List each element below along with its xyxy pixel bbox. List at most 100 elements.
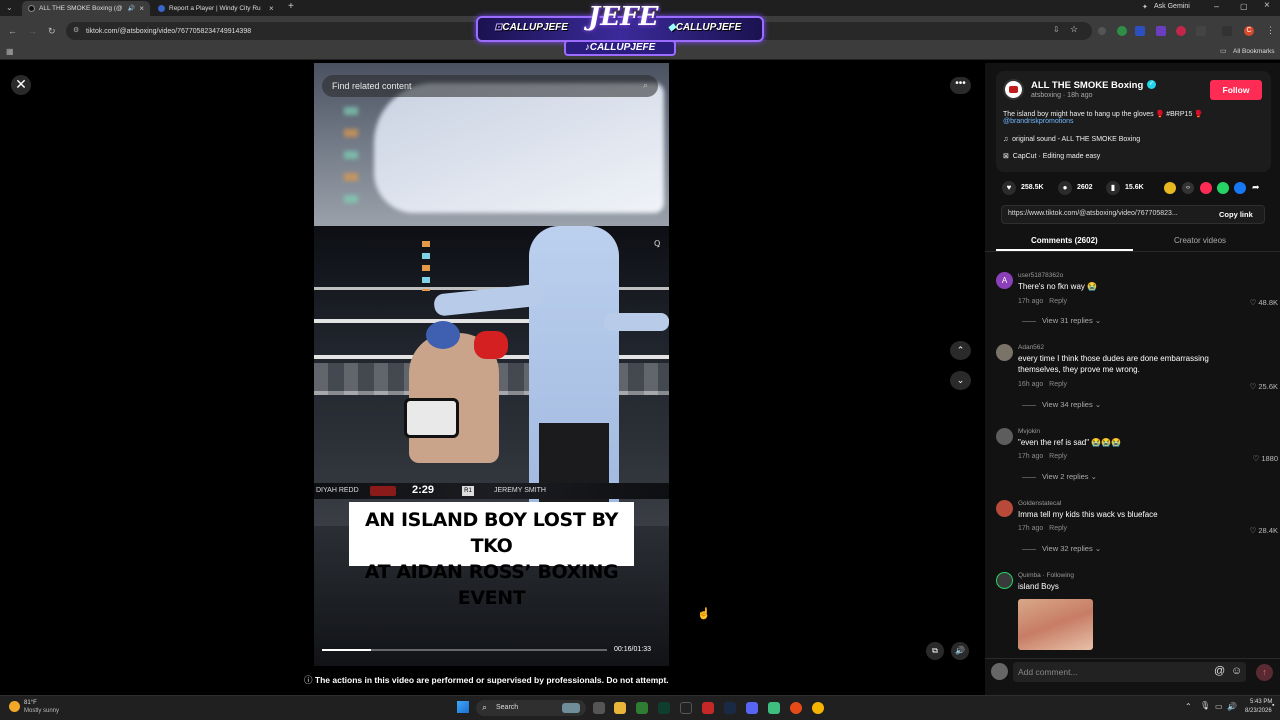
chrome-icon[interactable] xyxy=(812,702,824,714)
comment-username[interactable]: Mvjokin xyxy=(1018,428,1040,435)
app-icon[interactable] xyxy=(768,702,780,714)
chrome-icon[interactable] xyxy=(790,702,802,714)
volume-icon[interactable]: 🔊 xyxy=(1227,702,1237,711)
reload-icon[interactable]: ↻ xyxy=(48,26,56,37)
close-tab-icon[interactable]: × xyxy=(269,4,274,13)
mention-link[interactable]: @brandriskpromotions xyxy=(1003,118,1074,125)
audio-icon[interactable]: 🔊 xyxy=(128,5,135,12)
maximize-icon[interactable]: ▢ xyxy=(1240,2,1248,11)
mention-icon[interactable]: @ xyxy=(1214,665,1225,677)
app-icon[interactable] xyxy=(702,702,714,714)
embed-icon[interactable]: ‹› xyxy=(1182,182,1194,194)
previous-video-button[interactable]: ⌃ xyxy=(950,341,971,360)
reply-button[interactable]: Reply xyxy=(1049,525,1067,532)
video-progress-bar[interactable] xyxy=(322,649,607,651)
new-tab-icon[interactable]: + xyxy=(288,1,294,12)
commenter-avatar[interactable] xyxy=(996,344,1013,361)
extension-icon[interactable] xyxy=(1135,26,1145,36)
tab-search-icon[interactable]: ⌄ xyxy=(6,3,13,12)
file-explorer-icon[interactable] xyxy=(614,702,626,714)
add-comment-input[interactable]: Add comment... @ ☺ xyxy=(1013,662,1246,682)
close-window-icon[interactable]: × xyxy=(1264,0,1270,11)
comment-username[interactable]: Quimba · Following xyxy=(1018,572,1074,579)
share-arrow-icon[interactable]: ➦ xyxy=(1252,182,1260,193)
network-icon[interactable]: ▭ xyxy=(1215,702,1223,711)
like-button[interactable]: ♥ xyxy=(1002,181,1016,195)
extensions-puzzle-icon[interactable] xyxy=(1196,26,1206,36)
find-related-search[interactable]: Find related content ⌕ xyxy=(322,75,658,97)
reply-button[interactable]: Reply xyxy=(1049,453,1067,460)
app-icon[interactable] xyxy=(658,702,670,714)
back-icon[interactable]: ← xyxy=(8,26,17,36)
commenter-avatar[interactable]: A xyxy=(996,272,1013,289)
comment-username[interactable]: user51878362o xyxy=(1018,272,1063,279)
minimize-icon[interactable]: – xyxy=(1214,1,1219,11)
app-icon[interactable] xyxy=(680,702,692,714)
install-icon[interactable]: ⇩ xyxy=(1053,25,1060,34)
view-replies-button[interactable]: View 32 replies ⌄ xyxy=(1022,544,1101,553)
profile-avatar[interactable]: C xyxy=(1244,26,1254,36)
view-replies-button[interactable]: View 31 replies ⌄ xyxy=(1022,316,1101,325)
more-options-button[interactable]: ••• xyxy=(950,77,971,94)
comment-username[interactable]: Adan562 xyxy=(1018,344,1044,351)
task-view-icon[interactable] xyxy=(593,702,605,714)
comment-likes[interactable]: ♡ 48.8K xyxy=(1250,298,1278,307)
video-player[interactable]: Ꝗ DIYAH REDD 2:29 R1 JEREMY SMITH AN ISL… xyxy=(314,63,669,666)
xbox-icon[interactable] xyxy=(636,702,648,714)
pip-button[interactable]: ⧉ xyxy=(926,642,944,660)
close-tab-icon[interactable]: × xyxy=(139,4,144,13)
extension-icon[interactable] xyxy=(1098,27,1106,35)
follow-button[interactable]: Follow xyxy=(1210,80,1262,100)
tab-comments[interactable]: Comments (2602) xyxy=(1031,236,1098,245)
comment-likes[interactable]: ♡ 28.4K xyxy=(1250,526,1278,535)
reply-button[interactable]: Reply xyxy=(1049,381,1067,388)
whatsapp-icon[interactable] xyxy=(1217,182,1229,194)
apps-grid-icon[interactable]: ▦ xyxy=(6,47,14,56)
volume-button[interactable]: 🔊 xyxy=(951,642,969,660)
ask-gemini-button[interactable]: Ask Gemini xyxy=(1154,3,1190,10)
chevron-up-icon[interactable]: ⌃ xyxy=(1185,702,1192,711)
commenter-avatar[interactable] xyxy=(996,572,1013,589)
steam-icon[interactable] xyxy=(724,702,736,714)
next-video-button[interactable]: ⌄ xyxy=(950,371,971,390)
notification-icon[interactable]: ▪ xyxy=(1272,702,1274,709)
view-replies-button[interactable]: View 2 replies ⌄ xyxy=(1022,472,1097,481)
sound-link[interactable]: ♫ original sound - ALL THE SMOKE Boxing xyxy=(1003,136,1140,143)
comment-image[interactable] xyxy=(1018,599,1093,650)
tab-report[interactable]: Report a Player | Windy City Ru × xyxy=(152,1,280,16)
tab-tiktok[interactable]: ALL THE SMOKE Boxing (@ 🔊 × xyxy=(22,1,150,16)
commenter-avatar[interactable] xyxy=(996,500,1013,517)
tab-creator-videos[interactable]: Creator videos xyxy=(1174,236,1226,245)
site-info-icon[interactable]: ⚙ xyxy=(73,26,79,34)
microphone-icon[interactable]: 🎙 xyxy=(1200,701,1210,710)
view-replies-button[interactable]: View 34 replies ⌄ xyxy=(1022,400,1101,409)
weather-temp[interactable]: 81°F xyxy=(24,700,37,706)
windows-start-icon[interactable] xyxy=(457,701,469,713)
discord-icon[interactable] xyxy=(746,702,758,714)
forward-icon[interactable]: → xyxy=(28,26,37,36)
all-bookmarks-button[interactable]: All Bookmarks xyxy=(1233,48,1275,55)
clock-time[interactable]: 5:43 PM xyxy=(1250,699,1272,705)
send-to-friend-icon[interactable] xyxy=(1200,182,1212,194)
commenter-avatar[interactable] xyxy=(996,428,1013,445)
taskbar-search[interactable]: ⌕ Search xyxy=(476,700,586,716)
post-comment-button[interactable]: ↑ xyxy=(1256,664,1273,681)
menu-kebab-icon[interactable]: ⋮ xyxy=(1266,25,1275,36)
creator-name[interactable]: ALL THE SMOKE Boxing xyxy=(1031,80,1143,91)
extension-icon[interactable] xyxy=(1117,26,1127,36)
search-icon[interactable]: ⌕ xyxy=(643,80,648,91)
close-video-button[interactable]: ✕ xyxy=(11,75,31,95)
facebook-icon[interactable] xyxy=(1234,182,1246,194)
comment-likes[interactable]: ♡ 25.6K xyxy=(1250,382,1278,391)
comment-button[interactable]: ● xyxy=(1058,181,1072,195)
weather-desc[interactable]: Mostly sunny xyxy=(24,708,59,714)
emoji-share-icon[interactable] xyxy=(1164,182,1176,194)
emoji-icon[interactable]: ☺ xyxy=(1231,665,1242,677)
reply-button[interactable]: Reply xyxy=(1049,298,1067,305)
extension-icon[interactable] xyxy=(1156,26,1166,36)
save-button[interactable]: ▮ xyxy=(1106,181,1120,195)
bookmark-star-icon[interactable]: ☆ xyxy=(1070,24,1078,35)
clock-date[interactable]: 8/23/2026 xyxy=(1245,708,1272,714)
extension-icon[interactable] xyxy=(1176,26,1186,36)
sidebar-icon[interactable] xyxy=(1222,26,1232,36)
